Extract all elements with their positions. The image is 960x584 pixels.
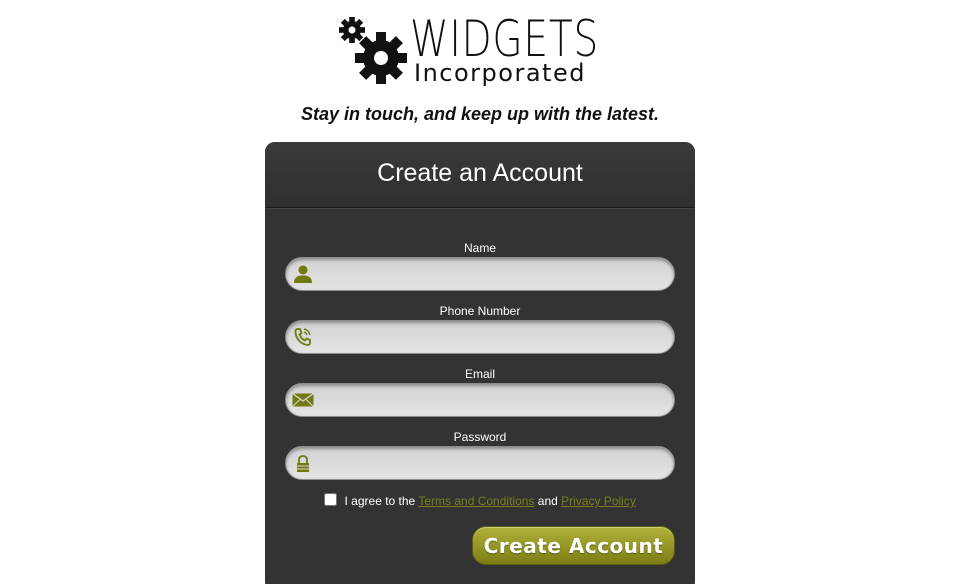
terms-agreement: I agree to the Terms and Conditions and … [265, 493, 695, 508]
phone-label: Phone Number [439, 304, 521, 318]
email-input[interactable] [320, 384, 664, 418]
agree-checkbox[interactable] [324, 493, 338, 506]
agree-and: and [537, 494, 558, 508]
envelope-icon [292, 393, 314, 407]
email-label: Email [464, 367, 495, 381]
create-account-card: Create an Account Name Phone Number Emai… [265, 142, 695, 584]
name-label: Name [463, 241, 496, 255]
logo-subtitle: Incorporated [414, 59, 586, 87]
lock-icon [297, 455, 309, 472]
name-input-wrapper [285, 257, 675, 292]
name-input[interactable] [320, 258, 664, 292]
phone-input-wrapper [285, 320, 675, 355]
email-input-wrapper [285, 383, 675, 418]
phone-field: Phone Number [285, 304, 675, 355]
person-icon [294, 265, 312, 283]
terms-link[interactable]: Terms and Conditions [418, 494, 534, 508]
create-account-button[interactable]: Create Account [472, 526, 675, 565]
gears-icon [339, 17, 407, 84]
form-title: Create an Account [377, 159, 583, 187]
password-input-wrapper [285, 446, 675, 481]
phone-input[interactable] [320, 321, 664, 355]
agree-prefix: I agree to the [344, 494, 416, 508]
password-field: Password [285, 430, 675, 481]
email-field: Email [285, 367, 675, 418]
card-header: Create an Account [265, 142, 695, 208]
signup-page: WIDGETS Incorporated Stay in touch, and … [0, 0, 960, 584]
name-field: Name [285, 241, 675, 292]
company-logo: WIDGETS Incorporated [336, 14, 626, 90]
password-label: Password [453, 430, 507, 444]
phone-icon [294, 328, 311, 346]
privacy-link[interactable]: Privacy Policy [561, 494, 636, 508]
password-input[interactable] [320, 447, 664, 481]
tagline: Stay in touch, and keep up with the late… [300, 104, 660, 124]
logo-title: WIDGETS [410, 10, 600, 68]
